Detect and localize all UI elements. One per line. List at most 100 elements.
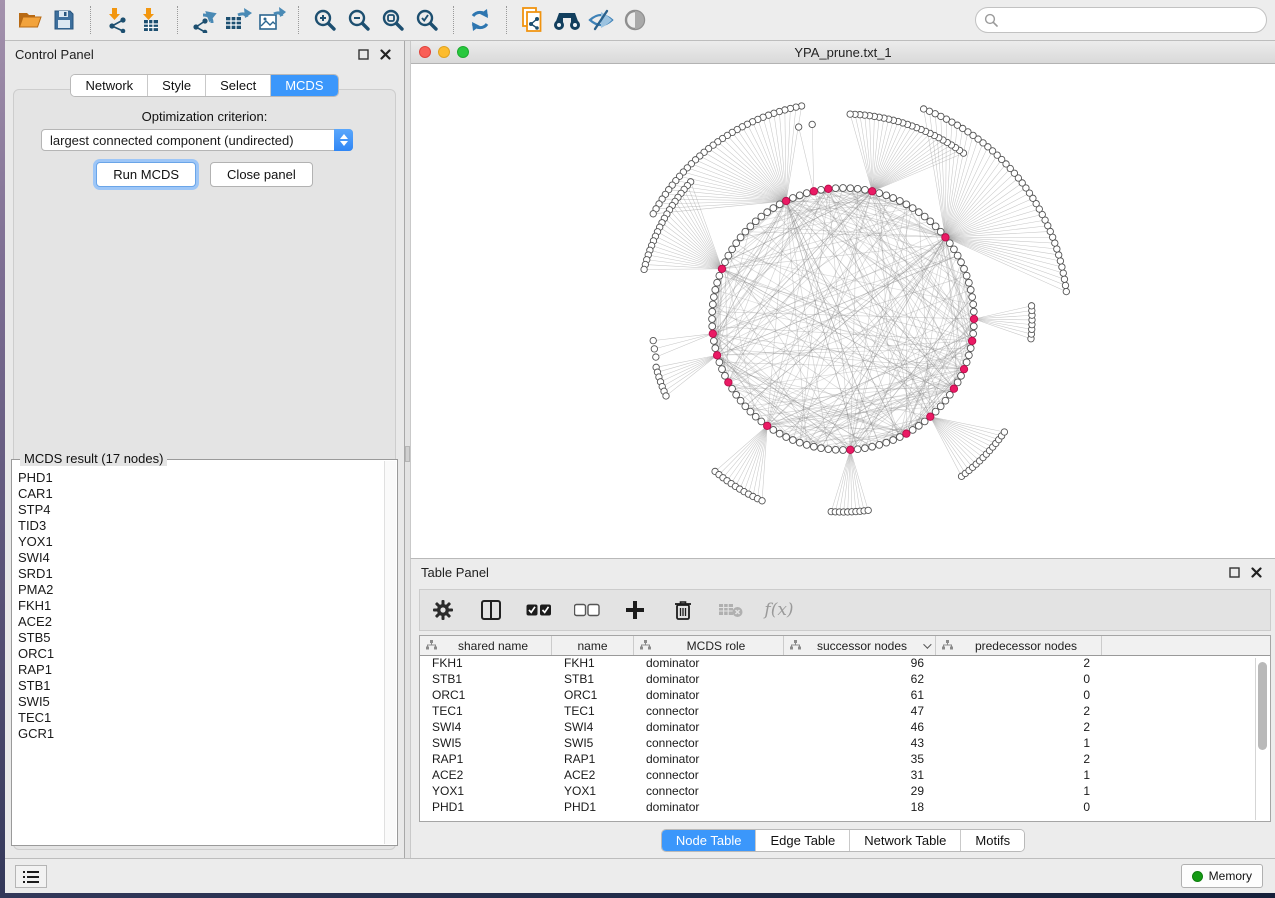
cell-predecessor-nodes[interactable]: 0 [936,800,1102,816]
column-view-icon[interactable] [478,597,504,623]
zoom-fit-icon[interactable] [376,4,410,36]
cell-MCDS-role[interactable]: dominator [634,688,784,704]
cell-MCDS-role[interactable]: dominator [634,720,784,736]
tab-mcds[interactable]: MCDS [271,75,337,96]
column-header-predecessor-nodes[interactable]: predecessor nodes [936,636,1102,655]
search-input[interactable] [1003,13,1258,27]
import-network-icon[interactable] [100,4,134,36]
table-scrollbar[interactable] [1255,658,1269,820]
cell-name[interactable]: FKH1 [552,656,634,672]
cell-successor-nodes[interactable]: 35 [784,752,936,768]
column-header-shared-name[interactable]: shared name [420,636,552,655]
column-header-name[interactable]: name [552,636,634,655]
table-tab-edge-table[interactable]: Edge Table [756,830,850,851]
cell-predecessor-nodes[interactable]: 1 [936,784,1102,800]
import-table-icon[interactable] [134,4,168,36]
cell-predecessor-nodes[interactable]: 2 [936,752,1102,768]
mcds-result-item[interactable]: STB5 [18,630,383,646]
column-header-successor-nodes[interactable]: successor nodes [784,636,936,655]
cell-shared-name[interactable]: TEC1 [420,704,552,720]
cell-MCDS-role[interactable]: dominator [634,672,784,688]
zoom-in-icon[interactable] [308,4,342,36]
export-table-icon[interactable] [221,4,255,36]
table-scrollbar-thumb[interactable] [1258,662,1267,750]
save-session-icon[interactable] [47,4,81,36]
mcds-list-scrollbar[interactable] [384,461,396,844]
hide-selected-icon[interactable] [584,4,618,36]
function-builder-icon[interactable]: f(x) [766,597,792,623]
export-image-icon[interactable] [255,4,289,36]
cell-shared-name[interactable]: STB1 [420,672,552,688]
cell-successor-nodes[interactable]: 62 [784,672,936,688]
mcds-result-item[interactable]: ACE2 [18,614,383,630]
cell-successor-nodes[interactable]: 43 [784,736,936,752]
float-panel-icon[interactable] [354,45,372,63]
cell-name[interactable]: ACE2 [552,768,634,784]
mcds-result-item[interactable]: TEC1 [18,710,383,726]
network-canvas[interactable] [411,64,1275,558]
mcds-result-item[interactable]: CAR1 [18,486,383,502]
show-all-icon[interactable] [618,4,652,36]
clone-network-icon[interactable] [516,4,550,36]
cell-successor-nodes[interactable]: 29 [784,784,936,800]
cell-successor-nodes[interactable]: 46 [784,720,936,736]
cell-predecessor-nodes[interactable]: 1 [936,768,1102,784]
find-icon[interactable] [550,4,584,36]
cell-successor-nodes[interactable]: 47 [784,704,936,720]
table-tab-motifs[interactable]: Motifs [961,830,1024,851]
mcds-result-item[interactable]: PMA2 [18,582,383,598]
cell-name[interactable]: SWI4 [552,720,634,736]
cell-shared-name[interactable]: ACE2 [420,768,552,784]
mcds-result-item[interactable]: SWI4 [18,550,383,566]
cell-successor-nodes[interactable]: 61 [784,688,936,704]
cell-successor-nodes[interactable]: 31 [784,768,936,784]
table-row[interactable]: PHD1PHD1dominator180 [420,800,1270,816]
cell-predecessor-nodes[interactable]: 0 [936,672,1102,688]
delete-column-icon[interactable] [670,597,696,623]
tab-select[interactable]: Select [206,75,271,96]
close-panel-icon[interactable] [376,45,394,63]
refresh-layout-icon[interactable] [463,4,497,36]
cell-name[interactable]: ORC1 [552,688,634,704]
tab-network[interactable]: Network [71,75,148,96]
cell-MCDS-role[interactable]: connector [634,768,784,784]
mcds-result-item[interactable]: PHD1 [18,470,383,486]
mcds-result-item[interactable]: ORC1 [18,646,383,662]
close-panel-button[interactable]: Close panel [210,162,313,187]
mcds-result-item[interactable]: GCR1 [18,726,383,742]
mcds-result-item[interactable]: TID3 [18,518,383,534]
table-row[interactable]: ACE2ACE2connector311 [420,768,1270,784]
cell-predecessor-nodes[interactable]: 2 [936,656,1102,672]
cell-MCDS-role[interactable]: connector [634,704,784,720]
cell-successor-nodes[interactable]: 96 [784,656,936,672]
float-table-panel-icon[interactable] [1225,563,1243,581]
mcds-result-item[interactable]: STB1 [18,678,383,694]
mcds-result-item[interactable]: RAP1 [18,662,383,678]
cell-shared-name[interactable]: RAP1 [420,752,552,768]
deselect-all-icon[interactable] [574,597,600,623]
table-row[interactable]: SWI5SWI5connector431 [420,736,1270,752]
delete-table-icon[interactable] [718,597,744,623]
table-tab-node-table[interactable]: Node Table [662,830,757,851]
open-file-icon[interactable] [13,4,47,36]
table-row[interactable]: FKH1FKH1dominator962 [420,656,1270,672]
cell-shared-name[interactable]: SWI5 [420,736,552,752]
cell-name[interactable]: TEC1 [552,704,634,720]
cell-predecessor-nodes[interactable]: 0 [936,688,1102,704]
close-table-panel-icon[interactable] [1247,563,1265,581]
task-history-button[interactable] [15,865,47,888]
cell-MCDS-role[interactable]: dominator [634,800,784,816]
table-row[interactable]: STB1STB1dominator620 [420,672,1270,688]
table-row[interactable]: SWI4SWI4dominator462 [420,720,1270,736]
table-row[interactable]: ORC1ORC1dominator610 [420,688,1270,704]
mcds-result-item[interactable]: SWI5 [18,694,383,710]
cell-name[interactable]: STB1 [552,672,634,688]
export-network-icon[interactable] [187,4,221,36]
table-row[interactable]: YOX1YOX1connector291 [420,784,1270,800]
criterion-dropdown[interactable]: largest connected component (undirected) [41,129,353,151]
cell-MCDS-role[interactable]: connector [634,736,784,752]
memory-button[interactable]: Memory [1181,864,1263,888]
cell-name[interactable]: PHD1 [552,800,634,816]
cell-MCDS-role[interactable]: dominator [634,656,784,672]
cell-MCDS-role[interactable]: dominator [634,752,784,768]
